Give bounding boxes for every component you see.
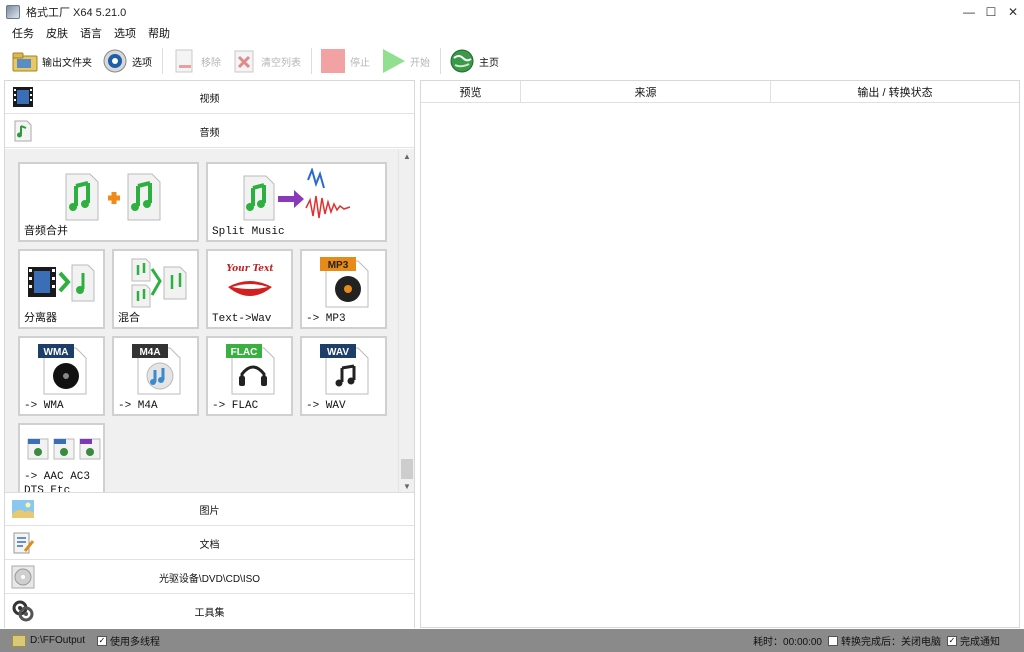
scroll-thumb[interactable] xyxy=(401,459,413,479)
category-video[interactable]: 视频 xyxy=(5,81,414,114)
menu-skin[interactable]: 皮肤 xyxy=(46,25,68,41)
toolbar: 输出文件夹 选项 移除 清空列表 停止 开始 主页 xyxy=(0,44,1024,78)
play-icon xyxy=(380,48,406,74)
menu-language[interactable]: 语言 xyxy=(80,25,102,41)
menu-help[interactable]: 帮助 xyxy=(148,25,170,41)
tile-split-music[interactable]: Split Music xyxy=(206,162,387,242)
tile-audio-merge[interactable]: 音频合并 xyxy=(18,162,199,242)
audio-grid-scrollbar[interactable]: ▲ ▼ xyxy=(398,149,414,492)
category-tools[interactable]: 工具集 xyxy=(5,595,414,628)
folder-icon xyxy=(12,634,26,647)
document-icon xyxy=(11,531,35,555)
home-button[interactable]: 主页 xyxy=(449,46,499,76)
picture-icon xyxy=(11,497,35,521)
category-audio[interactable]: 音频 xyxy=(5,115,414,148)
tile-to-wma[interactable]: WMA -> WMA xyxy=(18,336,105,416)
column-header-preview[interactable]: 预览 xyxy=(421,81,521,103)
menu-task[interactable]: 任务 xyxy=(12,25,34,41)
clear-icon xyxy=(231,48,257,74)
notify-label: 完成通知 xyxy=(960,637,1000,648)
disc-icon xyxy=(11,565,35,589)
minimize-button[interactable]: — xyxy=(958,0,980,24)
globe-icon xyxy=(449,48,475,74)
toolbar-separator xyxy=(311,48,312,74)
film-icon xyxy=(11,85,35,109)
scroll-down-arrow-icon[interactable]: ▼ xyxy=(399,479,414,492)
svg-text:M4A: M4A xyxy=(139,347,160,358)
multithread-label: 使用多线程 xyxy=(110,637,161,648)
svg-text:WMA: WMA xyxy=(44,347,69,358)
svg-text:Your Text: Your Text xyxy=(227,264,275,274)
tile-mix[interactable]: 混合 xyxy=(112,249,199,329)
flac-file-icon: FLAC xyxy=(226,344,275,395)
tile-to-m4a[interactable]: M4A -> M4A xyxy=(112,336,199,416)
app-icon xyxy=(6,5,20,19)
folder-icon xyxy=(12,48,38,74)
tile-to-wav[interactable]: WAV -> WAV xyxy=(300,336,387,416)
svg-text:WAV: WAV xyxy=(327,347,349,358)
window-controls: — ☐ ✕ xyxy=(958,0,1024,24)
shutdown-after-checkbox[interactable] xyxy=(828,635,838,646)
svg-text:MP3: MP3 xyxy=(328,260,349,271)
remove-button[interactable]: 移除 xyxy=(171,46,221,76)
column-header-source[interactable]: 来源 xyxy=(521,81,771,103)
audio-merge-icon xyxy=(65,173,161,221)
tools-icon xyxy=(11,599,35,623)
shutdown-after-label: 转换完成后：关闭电脑 xyxy=(841,637,941,648)
column-header-output-status[interactable]: 输出 / 转换状态 xyxy=(771,81,1019,103)
elapsed-time: 耗时：00:00:00 xyxy=(753,637,822,648)
tile-to-flac[interactable]: FLAC -> FLAC xyxy=(206,336,293,416)
close-button[interactable]: ✕ xyxy=(1002,0,1024,24)
menu-options[interactable]: 选项 xyxy=(114,25,136,41)
tile-splitter[interactable]: 分离器 xyxy=(18,249,105,329)
category-document[interactable]: 文档 xyxy=(5,527,414,560)
splitter-icon xyxy=(28,264,95,302)
gear-icon xyxy=(102,48,128,74)
wma-file-icon: WMA xyxy=(38,344,87,395)
m4a-file-icon: M4A xyxy=(132,344,181,395)
output-folder-button[interactable]: 输出文件夹 xyxy=(12,46,92,76)
multi-format-icon xyxy=(27,438,101,460)
menu-bar: 任务 皮肤 语言 选项 帮助 xyxy=(0,24,1024,42)
toolbar-separator xyxy=(162,48,163,74)
options-button[interactable]: 选项 xyxy=(102,46,152,76)
wav-file-icon: WAV xyxy=(320,344,369,395)
task-list[interactable]: 预览 来源 输出 / 转换状态 xyxy=(420,80,1020,628)
tile-to-mp3[interactable]: MP3 -> MP3 xyxy=(300,249,387,329)
category-picture[interactable]: 图片 xyxy=(5,493,414,526)
title-bar: 格式工厂 X64 5.21.0 — ☐ ✕ xyxy=(0,0,1024,24)
status-bar: D:\FFOutput ✓ 使用多线程 耗时：00:00:00 转换完成后：关闭… xyxy=(0,629,1024,652)
window-title: 格式工厂 X64 5.21.0 xyxy=(26,7,127,19)
category-panel: 视频 音频 音频合并 Split Music 分离器 混合 Your Text … xyxy=(4,80,415,628)
stop-icon xyxy=(320,48,346,74)
mouth-icon: Your Text xyxy=(227,264,275,296)
status-right-group: 耗时：00:00:00 转换完成后：关闭电脑 ✓ 完成通知 xyxy=(747,629,1000,652)
stop-button[interactable]: 停止 xyxy=(320,46,370,76)
audio-tools-grid: 音频合并 Split Music 分离器 混合 Your Text Text->… xyxy=(5,149,414,493)
toolbar-separator xyxy=(440,48,441,74)
mix-icon xyxy=(131,258,187,308)
mp3-file-icon: MP3 xyxy=(320,257,369,308)
output-path[interactable]: D:\FFOutput xyxy=(30,635,85,646)
tile-text-to-wav[interactable]: Your Text Text->Wav xyxy=(206,249,293,329)
scroll-up-arrow-icon[interactable]: ▲ xyxy=(399,149,414,163)
maximize-button[interactable]: ☐ xyxy=(980,0,1002,24)
music-note-icon xyxy=(11,119,35,143)
clear-list-button[interactable]: 清空列表 xyxy=(231,46,301,76)
split-music-icon xyxy=(243,168,351,221)
notify-checkbox[interactable]: ✓ xyxy=(947,635,957,646)
remove-icon xyxy=(171,48,197,74)
svg-text:FLAC: FLAC xyxy=(231,347,258,358)
multithread-checkbox[interactable]: ✓ xyxy=(97,635,108,646)
category-optical-drive[interactable]: 光驱设备\DVD\CD\ISO xyxy=(5,561,414,594)
start-button[interactable]: 开始 xyxy=(380,46,430,76)
tile-to-aac-ac3-dts[interactable]: -> AAC AC3 DTS Etc xyxy=(18,423,105,492)
